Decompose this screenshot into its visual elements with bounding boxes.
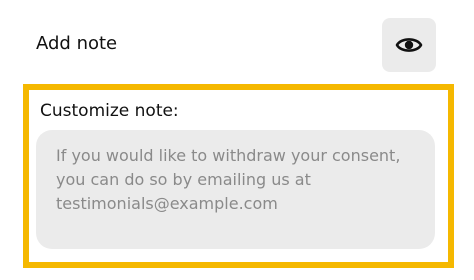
customize-note-section: Customize note: [23, 84, 454, 268]
add-note-row: Add note [0, 0, 474, 86]
preview-note-button[interactable] [382, 18, 436, 72]
customize-note-label: Customize note: [40, 101, 179, 121]
note-textarea[interactable] [36, 130, 435, 249]
eye-icon [395, 38, 423, 52]
add-note-label: Add note [36, 33, 118, 54]
